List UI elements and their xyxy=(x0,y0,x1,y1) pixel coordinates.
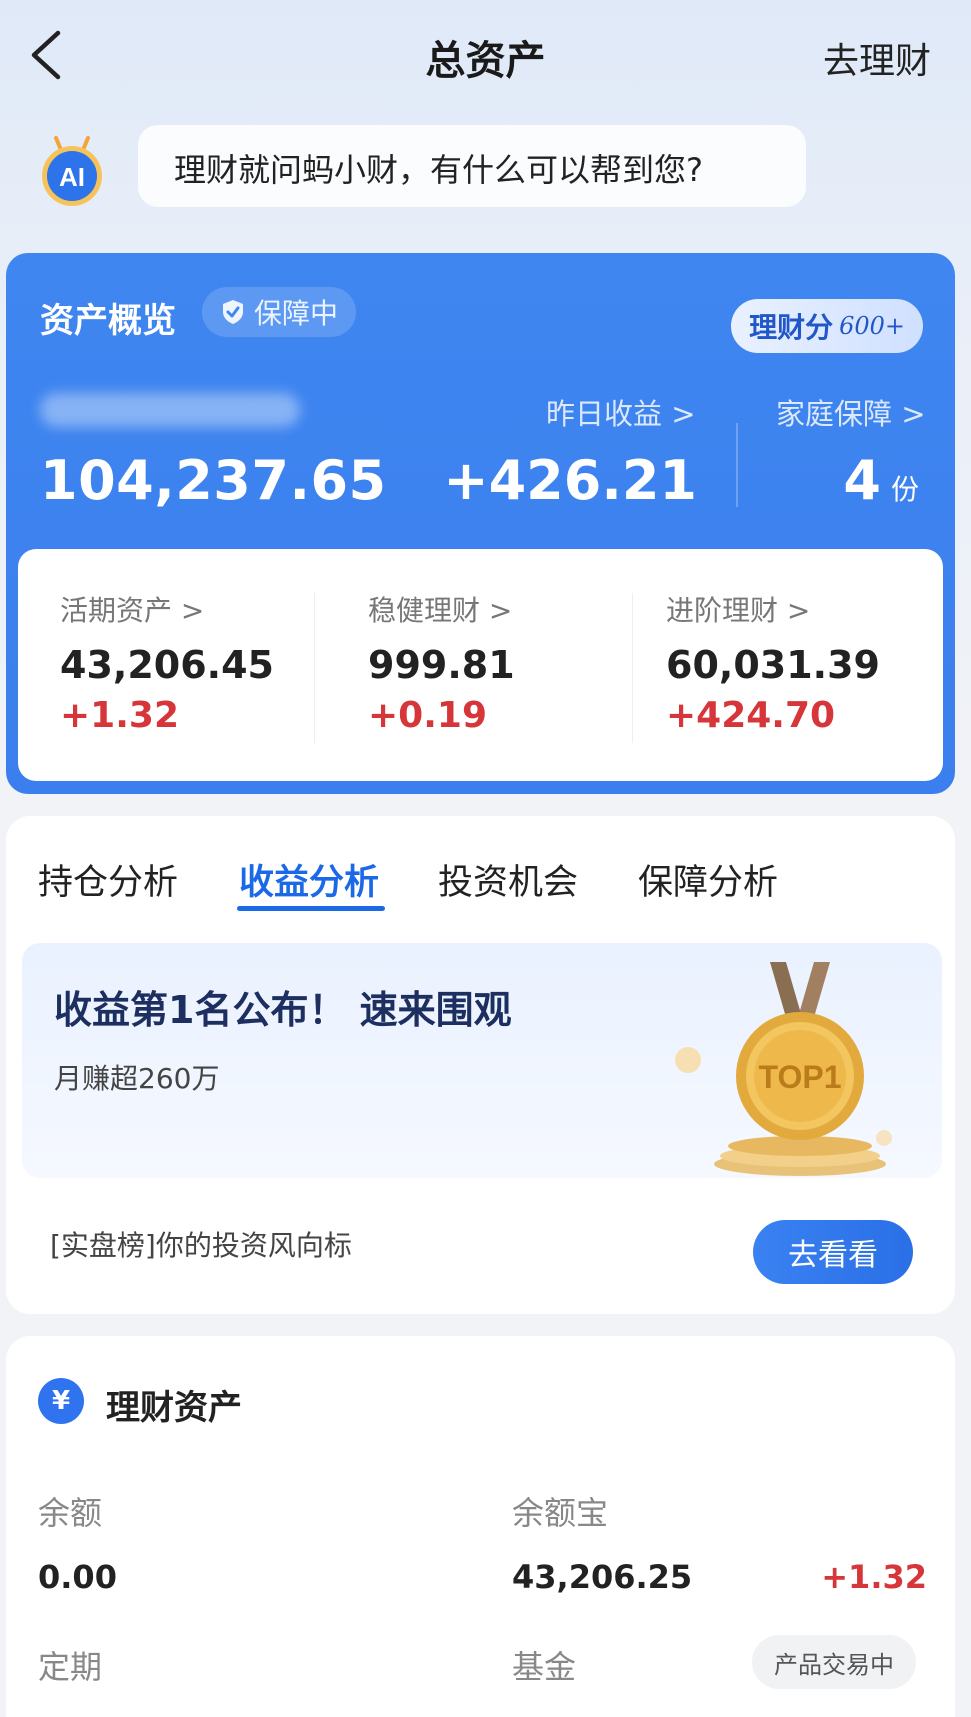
fund-label[interactable]: 基金 xyxy=(512,1642,576,1688)
tab-income-analysis[interactable]: 收益分析 xyxy=(239,854,379,905)
advanced-finance-value: 60,031.39 xyxy=(666,643,880,687)
analysis-card: 持仓分析 收益分析 投资机会 保障分析 收益第1名公布！ 速来围观 月赚超260… xyxy=(6,816,955,1314)
ranking-footer-text: [实盘榜]你的投资风向标 xyxy=(50,1229,352,1262)
advanced-finance-change: +424.70 xyxy=(666,695,836,736)
current-assets-value: 43,206.45 xyxy=(60,643,274,687)
steady-finance-change: +0.19 xyxy=(368,695,487,736)
family-protection-count: 4 xyxy=(843,449,881,512)
family-protection-unit: 份 xyxy=(890,473,919,506)
balance-value: 0.00 xyxy=(38,1558,117,1596)
promo-title: 收益第1名公布！ 速来围观 xyxy=(54,988,512,1032)
family-protection-value: 4 份 xyxy=(843,449,919,512)
total-asset-value: 104,237.65 xyxy=(40,449,387,512)
advanced-finance-label: 进阶理财 > xyxy=(666,594,811,627)
asset-breakdown-card: 活期资产 > 43,206.45 +1.32 稳健理财 > 999.81 +0.… xyxy=(18,549,943,781)
shield-icon xyxy=(223,300,243,324)
ai-prompt-text: 理财就问蚂小财，有什么可以帮到您? xyxy=(174,151,703,189)
tab-protection-analysis[interactable]: 保障分析 xyxy=(638,854,778,905)
ai-prompt-bubble[interactable]: 理财就问蚂小财，有什么可以帮到您? xyxy=(138,125,806,207)
fund-status-badge: 产品交易中 xyxy=(752,1635,916,1689)
top1-medal-icon: TOP1 xyxy=(662,942,902,1182)
overview-title: 资产概览 xyxy=(40,301,176,341)
go-see-button[interactable]: 去看看 xyxy=(753,1220,913,1284)
current-assets-label: 活期资产 > xyxy=(60,594,205,627)
fixed-term-label[interactable]: 定期 xyxy=(38,1642,102,1688)
divider xyxy=(632,593,633,743)
divider xyxy=(736,423,738,507)
yuan-icon: ¥ xyxy=(38,1378,84,1424)
family-protection-link[interactable]: 家庭保障 > xyxy=(776,391,926,433)
go-finance-link[interactable]: 去理财 xyxy=(823,32,931,84)
yesterday-income-link[interactable]: 昨日收益 > xyxy=(546,391,696,433)
tab-holdings-analysis[interactable]: 持仓分析 xyxy=(38,854,178,905)
blurred-label xyxy=(40,393,300,427)
guard-status-text: 保障中 xyxy=(254,297,339,330)
asset-overview-card: 资产概览 保障中 理财分 600+ 104,237.65 昨日收益 > +426… xyxy=(6,253,955,794)
top-bar: 总资产 去理财 xyxy=(0,0,971,110)
yuebao-change: +1.32 xyxy=(821,1558,927,1596)
current-assets-change: +1.32 xyxy=(60,695,179,736)
steady-finance-value: 999.81 xyxy=(368,643,515,687)
tab-investment-opportunity[interactable]: 投资机会 xyxy=(438,854,578,905)
divider xyxy=(314,593,315,743)
ai-assistant-icon[interactable]: AI xyxy=(36,132,108,208)
active-tab-indicator xyxy=(237,906,385,911)
yuebao-label[interactable]: 余额宝 xyxy=(512,1488,608,1534)
yesterday-income-value: +426.21 xyxy=(443,449,697,512)
finance-score-label: 理财分 xyxy=(749,311,834,344)
finance-assets-card: ¥ 理财资产 余额 0.00 余额宝 43,206.25 +1.32 定期 基金… xyxy=(6,1336,955,1717)
ai-logo-text: AI xyxy=(59,162,85,192)
guard-status-badge[interactable]: 保障中 xyxy=(202,287,357,337)
steady-finance-label: 稳健理财 > xyxy=(368,594,513,627)
finance-score-value: 600+ xyxy=(839,312,905,340)
promo-subtitle: 月赚超260万 xyxy=(54,1062,220,1095)
balance-label[interactable]: 余额 xyxy=(38,1488,102,1534)
finance-score-pill[interactable]: 理财分 600+ xyxy=(731,299,923,353)
medal-text: TOP1 xyxy=(759,1059,842,1095)
finance-assets-title: 理财资产 xyxy=(106,1388,242,1428)
yuebao-value: 43,206.25 xyxy=(512,1558,693,1596)
